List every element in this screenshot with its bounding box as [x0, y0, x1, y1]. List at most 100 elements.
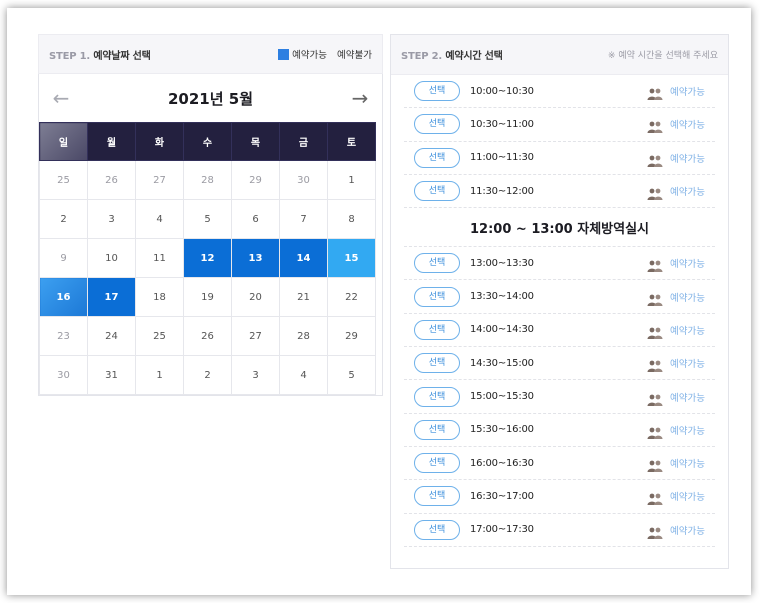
calendar-week-row: 30 31 1 2 3 4 5	[39, 355, 376, 395]
calendar-grid: 일 월 화 수 목 금 토 25 26 27 28 29 30 1 2 3 4 …	[39, 122, 376, 395]
date-selection-panel: STEP 1. 예약날짜 선택 예약가능 예약불가 ← 2021년 5월 → 일…	[38, 34, 383, 396]
legend-unavailable-label: 예약불가	[337, 50, 372, 61]
weekday-header-row: 일 월 화 수 목 금 토	[39, 122, 376, 161]
people-icon	[647, 391, 663, 406]
calendar-day: 3	[87, 199, 136, 239]
calendar-day: 29	[231, 160, 280, 200]
time-slot-label: 13:00~13:30	[470, 257, 534, 269]
slot-status: 예약가능	[670, 425, 705, 437]
select-time-button[interactable]: 선택	[414, 286, 460, 307]
people-icon	[647, 524, 663, 539]
time-slot-list: 선택 10:00~10:30 예약가능 선택 10:30~11:00 예약가능 선택 11:0…	[391, 75, 728, 547]
time-slot-row: 선택 17:00~17:30 예약가능	[404, 514, 715, 547]
select-time-button[interactable]: 선택	[414, 353, 460, 374]
calendar-day: 5	[327, 355, 376, 395]
disinfection-break-notice: 12:00 ~ 13:00 자체방역실시	[404, 208, 715, 248]
select-time-button[interactable]: 선택	[414, 181, 460, 202]
time-slot-label: 14:30~15:00	[470, 357, 534, 369]
people-icon	[647, 152, 663, 167]
weekday-header: 수	[183, 122, 232, 161]
select-time-button[interactable]: 선택	[414, 253, 460, 274]
slot-status: 예약가능	[670, 325, 705, 337]
calendar-day-available[interactable]: 14	[279, 238, 328, 278]
time-slot-row: 선택 13:00~13:30 예약가능	[404, 247, 715, 281]
select-time-button[interactable]: 선택	[414, 319, 460, 340]
select-time-button[interactable]: 선택	[414, 114, 460, 135]
prev-month-arrow-icon[interactable]: ←	[51, 86, 71, 110]
calendar-day: 25	[39, 160, 88, 200]
time-slot-label: 14:00~14:30	[470, 324, 534, 336]
people-icon	[647, 490, 663, 506]
time-slot-row: 선택 14:30~15:00 예약가능	[404, 347, 715, 381]
calendar-day: 28	[183, 160, 232, 200]
select-time-button[interactable]: 선택	[414, 81, 460, 102]
calendar-day: 22	[327, 277, 376, 317]
time-slot-row: 선택 10:00~10:30 예약가능	[404, 75, 715, 109]
calendar-day-available[interactable]: 15	[327, 238, 376, 278]
calendar-day: 10	[87, 238, 136, 278]
time-slot-label: 16:00~16:30	[470, 457, 534, 469]
select-time-button[interactable]: 선택	[414, 486, 460, 507]
calendar-day: 2	[183, 355, 232, 395]
calendar-day: 1	[135, 355, 184, 395]
calendar-day-available[interactable]: 17	[87, 277, 136, 317]
slot-status: 예약가능	[670, 392, 705, 404]
weekday-header: 화	[135, 122, 184, 161]
calendar-legend: 예약가능 예약불가	[278, 47, 372, 61]
slot-status: 예약가능	[670, 525, 705, 537]
calendar-day: 18	[135, 277, 184, 317]
time-slot-row: 선택 16:00~16:30 예약가능	[404, 447, 715, 481]
time-slot-row: 선택 11:00~11:30 예약가능	[404, 142, 715, 175]
calendar-week-row: 2 3 4 5 6 7 8	[39, 199, 376, 239]
select-time-button[interactable]: 선택	[414, 147, 460, 168]
time-slot-label: 16:30~17:00	[470, 490, 534, 502]
people-icon	[647, 257, 663, 273]
time-step-header: STEP 2. 예약시간 선택 ※ 예약 시간을 선택해 주세요	[391, 35, 728, 75]
date-step-header: STEP 1. 예약날짜 선택 예약가능 예약불가	[38, 34, 383, 74]
calendar-day-available[interactable]: 12	[183, 238, 232, 278]
time-slot-row: 선택 11:30~12:00 예약가능	[404, 175, 715, 209]
slot-status: 예약가능	[670, 259, 705, 271]
weekday-header: 토	[327, 122, 376, 161]
calendar-week-row: 9 10 11 12 13 14 15	[39, 238, 376, 278]
calendar-day: 29	[327, 316, 376, 356]
weekday-header: 목	[231, 122, 280, 161]
month-navigation: ← 2021년 5월 →	[39, 74, 382, 122]
slot-status: 예약가능	[670, 292, 705, 304]
calendar-day: 20	[231, 277, 280, 317]
time-slot-label: 11:30~12:00	[470, 185, 534, 197]
select-time-button[interactable]: 선택	[414, 453, 460, 474]
slot-status: 예약가능	[670, 359, 705, 371]
slot-status: 예약가능	[670, 492, 705, 504]
calendar-day: 4	[279, 355, 328, 395]
step-number: STEP 1.	[49, 50, 91, 62]
calendar-day: 3	[231, 355, 280, 395]
available-swatch-icon	[278, 48, 290, 60]
select-time-button[interactable]: 선택	[414, 386, 460, 407]
select-time-button[interactable]: 선택	[414, 519, 460, 540]
calendar-day: 26	[87, 160, 136, 200]
calendar-day-available[interactable]: 13	[231, 238, 280, 278]
select-time-button[interactable]: 선택	[414, 419, 460, 440]
calendar-day: 30	[39, 355, 88, 395]
calendar-day: 1	[327, 160, 376, 200]
calendar-day: 28	[279, 316, 328, 356]
slot-status: 예약가능	[670, 87, 705, 99]
people-icon	[647, 185, 663, 201]
time-slot-label: 10:00~10:30	[470, 85, 534, 97]
next-month-arrow-icon[interactable]: →	[350, 86, 370, 110]
time-slot-row: 선택 15:30~16:00 예약가능	[404, 414, 715, 447]
slot-status: 예약가능	[670, 187, 705, 199]
date-step-title: STEP 1. 예약날짜 선택	[49, 47, 151, 62]
time-slot-label: 13:30~14:00	[470, 291, 534, 303]
calendar-day: 2	[39, 199, 88, 239]
people-icon	[647, 357, 663, 373]
time-slot-row: 선택 14:00~14:30 예약가능	[404, 314, 715, 348]
time-slot-label: 15:00~15:30	[470, 391, 534, 403]
calendar-day: 19	[183, 277, 232, 317]
people-icon	[647, 424, 663, 439]
calendar-day-available[interactable]: 16	[39, 277, 88, 317]
calendar-week-row: 23 24 25 26 27 28 29	[39, 316, 376, 356]
calendar-day: 11	[135, 238, 184, 278]
time-slot-row: 선택 13:30~14:00 예약가능	[404, 280, 715, 314]
